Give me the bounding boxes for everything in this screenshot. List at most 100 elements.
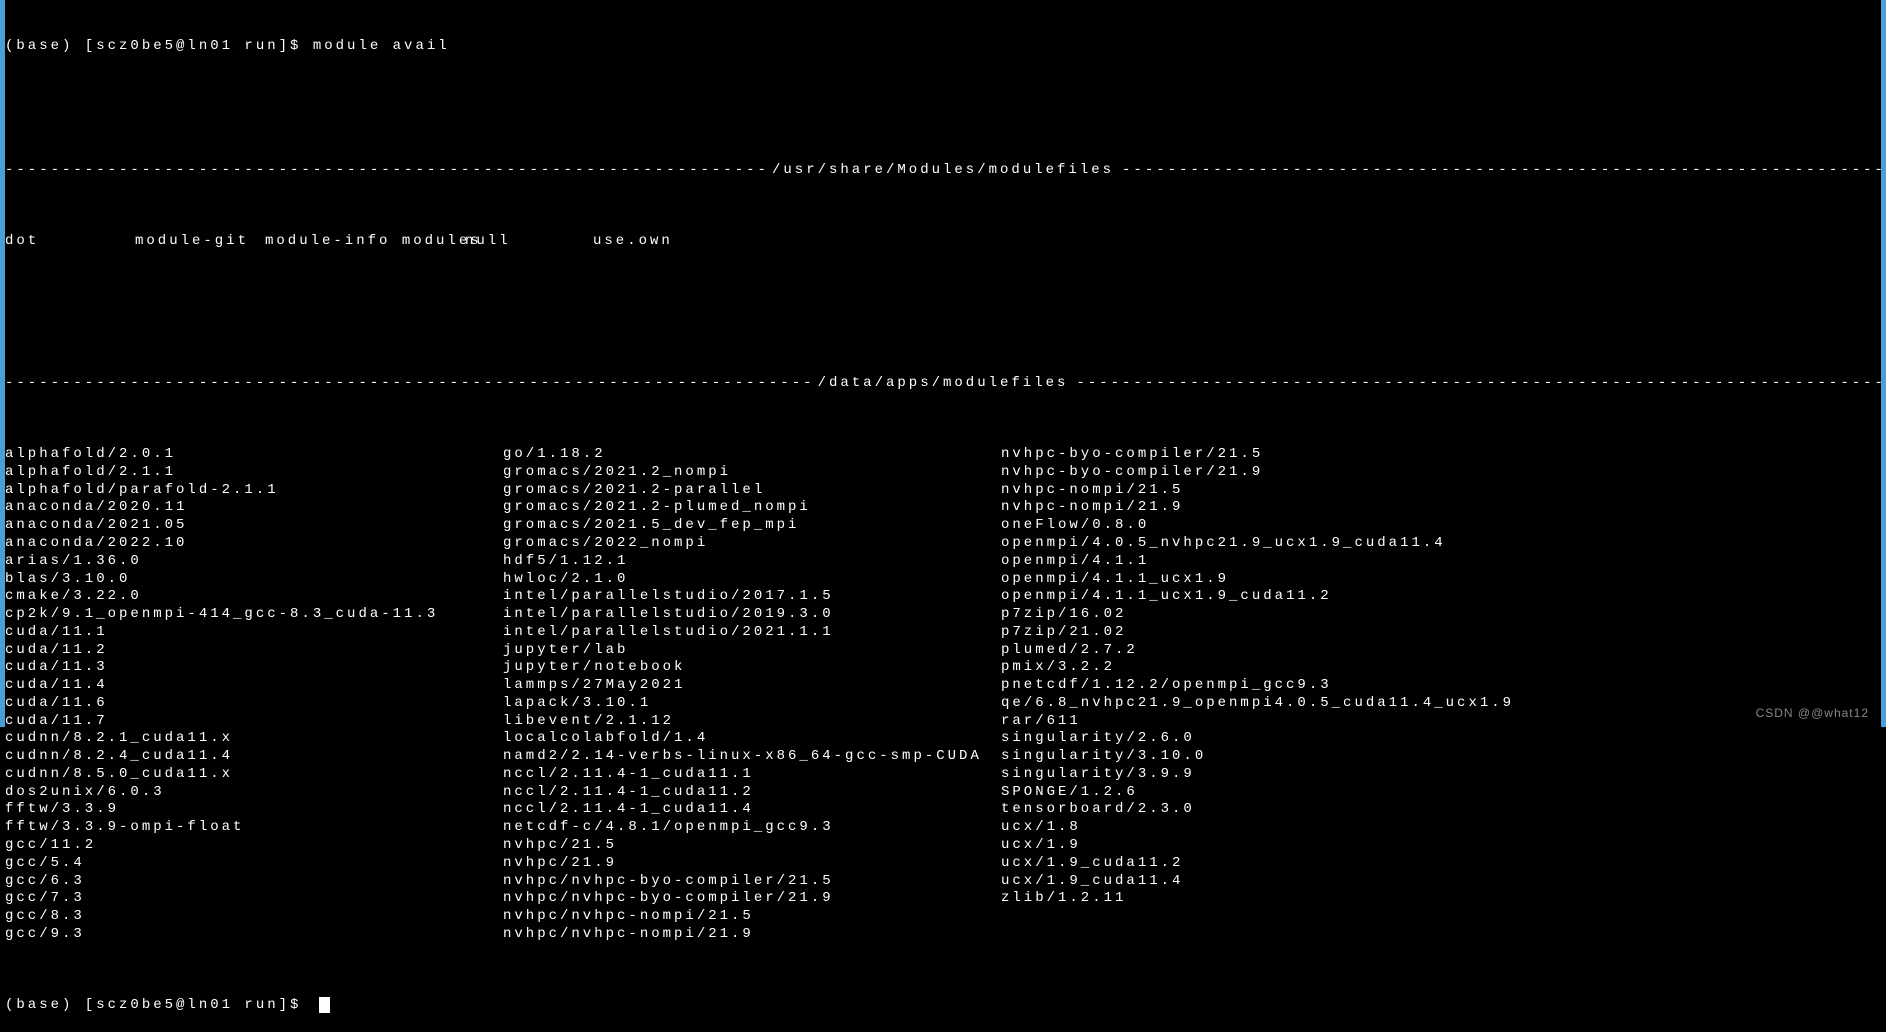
module-col-2: go/1.18.2 gromacs/2021.2_nompi gromacs/2… bbox=[503, 446, 1001, 943]
list-item: dos2unix/6.0.3 bbox=[5, 784, 503, 802]
cursor-icon bbox=[319, 997, 330, 1013]
module-columns: alphafold/2.0.1 alphafold/2.1.1 alphafol… bbox=[5, 446, 1881, 943]
list-item: qe/6.8_nvhpc21.9_openmpi4.0.5_cuda11.4_u… bbox=[1001, 695, 1701, 713]
dash-right: ----------------------------------------… bbox=[1122, 162, 1881, 180]
list-item: gromacs/2021.2-plumed_nompi bbox=[503, 499, 1001, 517]
list-item: openmpi/4.0.5_nvhpc21.9_ucx1.9_cuda11.4 bbox=[1001, 535, 1701, 553]
list-item: openmpi/4.1.1_ucx1.9_cuda11.2 bbox=[1001, 588, 1701, 606]
list-item: jupyter/notebook bbox=[503, 659, 1001, 677]
dash-left-2: ----------------------------------------… bbox=[5, 375, 810, 393]
mod-dot: dot bbox=[5, 233, 135, 251]
section1-title: /usr/share/Modules/modulefiles bbox=[764, 162, 1122, 180]
list-item: netcdf-c/4.8.1/openmpi_gcc9.3 bbox=[503, 819, 1001, 837]
list-item: fftw/3.3.9-ompi-float bbox=[5, 819, 503, 837]
list-item: namd2/2.14-verbs-linux-x86_64-gcc-smp-CU… bbox=[503, 748, 1001, 766]
list-item: nvhpc/21.9 bbox=[503, 855, 1001, 873]
list-item: ucx/1.8 bbox=[1001, 819, 1701, 837]
list-item: cuda/11.4 bbox=[5, 677, 503, 695]
list-item: cudnn/8.2.4_cuda11.4 bbox=[5, 748, 503, 766]
list-item: nvhpc/nvhpc-nompi/21.5 bbox=[503, 908, 1001, 926]
list-item: SPONGE/1.2.6 bbox=[1001, 784, 1701, 802]
list-item: arias/1.36.0 bbox=[5, 553, 503, 571]
list-item: anaconda/2021.05 bbox=[5, 517, 503, 535]
dash-right-2: ----------------------------------------… bbox=[1076, 375, 1881, 393]
list-item: nccl/2.11.4-1_cuda11.2 bbox=[503, 784, 1001, 802]
list-item: gcc/6.3 bbox=[5, 873, 503, 891]
list-item: rar/611 bbox=[1001, 713, 1701, 731]
list-item: singularity/2.6.0 bbox=[1001, 730, 1701, 748]
list-item: intel/parallelstudio/2021.1.1 bbox=[503, 624, 1001, 642]
list-item: cp2k/9.1_openmpi-414_gcc-8.3_cuda-11.3 bbox=[5, 606, 503, 624]
list-item: oneFlow/0.8.0 bbox=[1001, 517, 1701, 535]
list-item: nccl/2.11.4-1_cuda11.1 bbox=[503, 766, 1001, 784]
list-item: jupyter/lab bbox=[503, 642, 1001, 660]
list-item: gromacs/2022_nompi bbox=[503, 535, 1001, 553]
list-item: gromacs/2021.5_dev_fep_mpi bbox=[503, 517, 1001, 535]
list-item: plumed/2.7.2 bbox=[1001, 642, 1701, 660]
list-item: anaconda/2022.10 bbox=[5, 535, 503, 553]
terminal-output[interactable]: (base) [scz0be5@ln01 run]$ module avail … bbox=[5, 0, 1881, 1032]
list-item: fftw/3.3.9 bbox=[5, 801, 503, 819]
list-item: nvhpc-byo-compiler/21.5 bbox=[1001, 446, 1701, 464]
section2-header: ----------------------------------------… bbox=[5, 375, 1881, 393]
shell-prompt: (base) [scz0be5@ln01 run]$ bbox=[5, 38, 313, 56]
list-item: p7zip/21.02 bbox=[1001, 624, 1701, 642]
command-text: module avail bbox=[313, 38, 450, 56]
mod-module-info: module-info modules bbox=[265, 233, 465, 251]
list-item: singularity/3.10.0 bbox=[1001, 748, 1701, 766]
list-item: cmake/3.22.0 bbox=[5, 588, 503, 606]
list-item: nccl/2.11.4-1_cuda11.4 bbox=[503, 801, 1001, 819]
module-col-1: alphafold/2.0.1 alphafold/2.1.1 alphafol… bbox=[5, 446, 503, 943]
module-col-3: nvhpc-byo-compiler/21.5 nvhpc-byo-compil… bbox=[1001, 446, 1701, 943]
list-item: intel/parallelstudio/2017.1.5 bbox=[503, 588, 1001, 606]
blank-line-2 bbox=[5, 304, 1881, 322]
list-item: gromacs/2021.2-parallel bbox=[503, 482, 1001, 500]
list-item: alphafold/2.1.1 bbox=[5, 464, 503, 482]
watermark-text: CSDN @@what12 bbox=[1756, 706, 1869, 721]
list-item: p7zip/16.02 bbox=[1001, 606, 1701, 624]
list-item: cuda/11.7 bbox=[5, 713, 503, 731]
list-item: intel/parallelstudio/2019.3.0 bbox=[503, 606, 1001, 624]
list-item: gcc/8.3 bbox=[5, 908, 503, 926]
list-item: nvhpc-byo-compiler/21.9 bbox=[1001, 464, 1701, 482]
prompt-line-1: (base) [scz0be5@ln01 run]$ module avail bbox=[5, 38, 1881, 56]
list-item: ucx/1.9 bbox=[1001, 837, 1701, 855]
list-item: openmpi/4.1.1 bbox=[1001, 553, 1701, 571]
list-item: singularity/3.9.9 bbox=[1001, 766, 1701, 784]
mod-use-own: use.own bbox=[593, 233, 723, 251]
list-item: libevent/2.1.12 bbox=[503, 713, 1001, 731]
list-item: cuda/11.3 bbox=[5, 659, 503, 677]
list-item: gcc/11.2 bbox=[5, 837, 503, 855]
list-item: ucx/1.9_cuda11.2 bbox=[1001, 855, 1701, 873]
list-item: localcolabfold/1.4 bbox=[503, 730, 1001, 748]
list-item: pnetcdf/1.12.2/openmpi_gcc9.3 bbox=[1001, 677, 1701, 695]
list-item: openmpi/4.1.1_ucx1.9 bbox=[1001, 571, 1701, 589]
section1-header: ----------------------------------------… bbox=[5, 162, 1881, 180]
list-item: cudnn/8.2.1_cuda11.x bbox=[5, 730, 503, 748]
list-item: hwloc/2.1.0 bbox=[503, 571, 1001, 589]
list-item: lapack/3.10.1 bbox=[503, 695, 1001, 713]
list-item: cudnn/8.5.0_cuda11.x bbox=[5, 766, 503, 784]
dash-left: ----------------------------------------… bbox=[5, 162, 764, 180]
list-item: anaconda/2020.11 bbox=[5, 499, 503, 517]
list-item: alphafold/2.0.1 bbox=[5, 446, 503, 464]
shell-prompt-2: (base) [scz0be5@ln01 run]$ bbox=[5, 997, 313, 1015]
section1-row: dot module-git module-info modules null … bbox=[5, 233, 1881, 251]
list-item: cuda/11.2 bbox=[5, 642, 503, 660]
list-item: tensorboard/2.3.0 bbox=[1001, 801, 1701, 819]
section2-title: /data/apps/modulefiles bbox=[810, 375, 1077, 393]
list-item: nvhpc/nvhpc-byo-compiler/21.5 bbox=[503, 873, 1001, 891]
list-item: lammps/27May2021 bbox=[503, 677, 1001, 695]
list-item: zlib/1.2.11 bbox=[1001, 890, 1701, 908]
list-item: nvhpc/nvhpc-byo-compiler/21.9 bbox=[503, 890, 1001, 908]
blank-line-1 bbox=[5, 91, 1881, 109]
prompt-line-2[interactable]: (base) [scz0be5@ln01 run]$ bbox=[5, 997, 1881, 1015]
list-item: nvhpc/21.5 bbox=[503, 837, 1001, 855]
list-item: blas/3.10.0 bbox=[5, 571, 503, 589]
list-item: gcc/5.4 bbox=[5, 855, 503, 873]
list-item: gcc/9.3 bbox=[5, 926, 503, 944]
list-item: ucx/1.9_cuda11.4 bbox=[1001, 873, 1701, 891]
list-item: nvhpc/nvhpc-nompi/21.9 bbox=[503, 926, 1001, 944]
mod-null: null bbox=[465, 233, 593, 251]
list-item: pmix/3.2.2 bbox=[1001, 659, 1701, 677]
